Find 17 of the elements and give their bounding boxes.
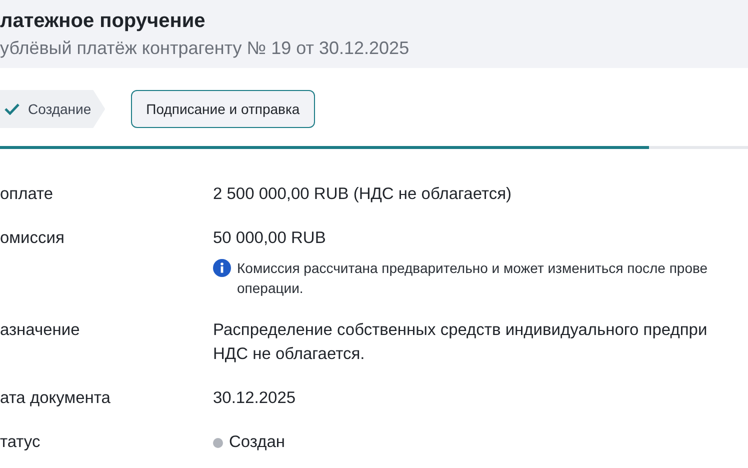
field-value: Создан: [229, 433, 286, 451]
info-note: Комиссия рассчитана предварительно и может измениться после прове операции.: [237, 259, 709, 298]
field-label: азначение: [0, 320, 81, 341]
step-tab[interactable]: Подписание и отправка: [131, 90, 315, 128]
field-value: 2 500 000,00 RUB (НДС не облагается): [213, 184, 513, 205]
field-label: оплате: [0, 184, 54, 205]
page-subtitle: ублёвый платёж контрагенту № 19 от 30.12.2025: [0, 37, 410, 59]
field-label: татус: [0, 432, 42, 453]
field-value: Распределение собственных средств индивидуального предпри НДС не облагается.: [213, 320, 708, 365]
step-tab[interactable]: Создание: [0, 90, 106, 128]
page-title: латежное поручение: [0, 9, 206, 33]
field-value: 50 000,00 RUB: [213, 228, 327, 249]
info-icon: [213, 259, 231, 277]
field-label: омиссия: [0, 228, 66, 249]
check-icon: [4, 103, 20, 115]
field-value: 30.12.2025: [213, 388, 297, 409]
field-label: ата документа: [0, 388, 112, 409]
